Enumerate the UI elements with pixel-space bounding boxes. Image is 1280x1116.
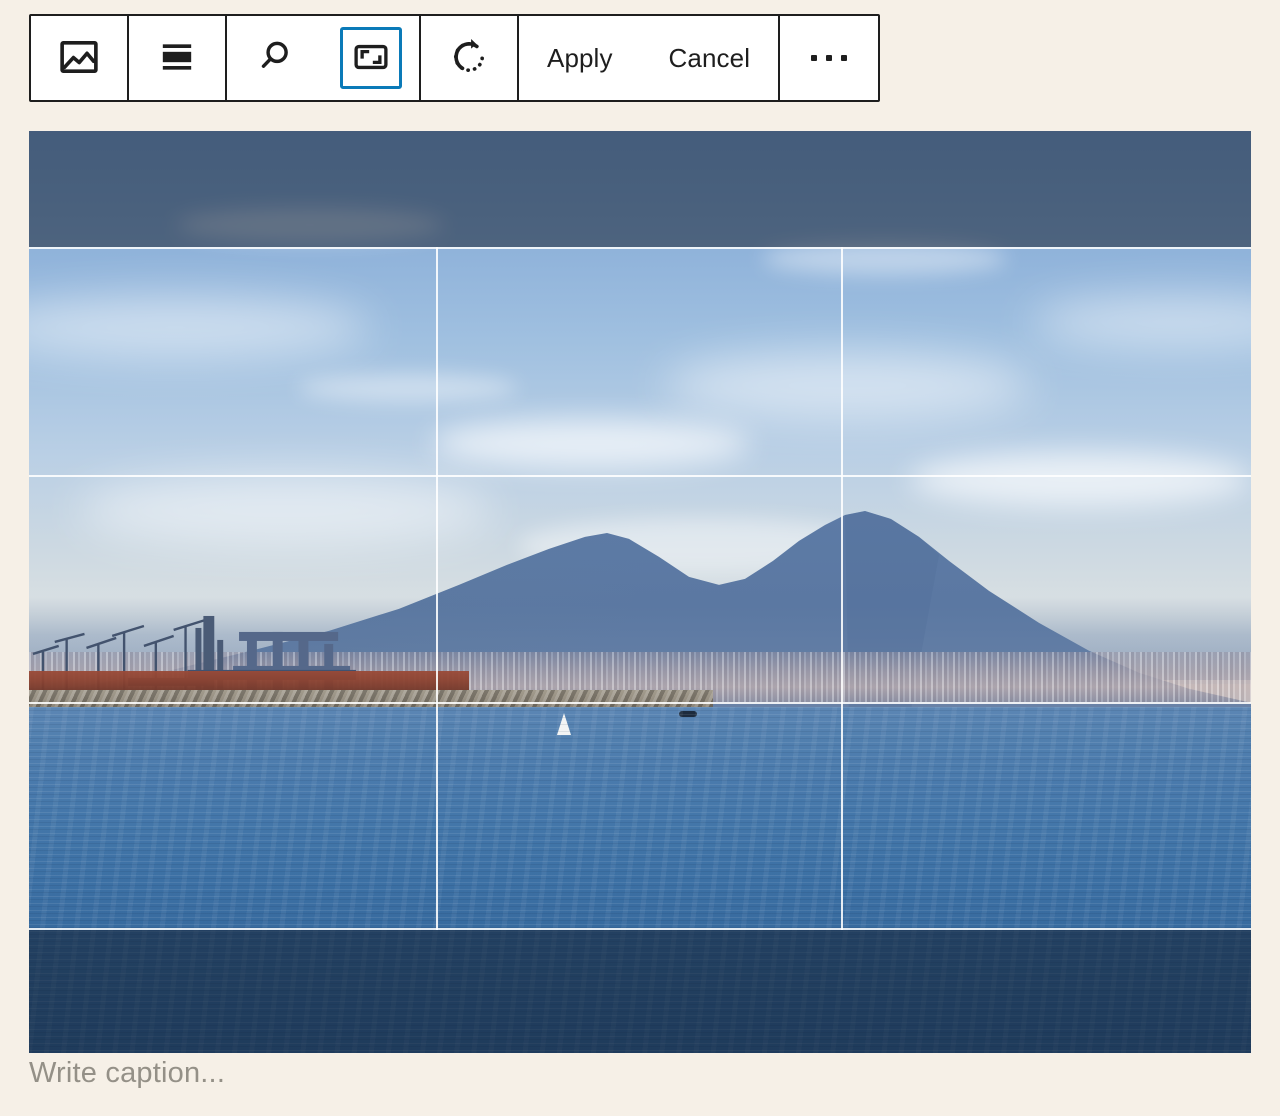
red-hull-strip [29,671,469,690]
block-type-button[interactable] [31,16,127,100]
small-boat [679,711,697,717]
image-icon [56,34,102,83]
more-options-button[interactable] [780,16,878,100]
align-center-icon [154,34,200,83]
cancel-button[interactable]: Cancel [641,16,779,100]
sea-layer [29,707,1251,1053]
rotate-icon [446,34,492,83]
rotate-button[interactable] [421,16,517,100]
image-block-toolbar: Apply Cancel [29,14,880,102]
aspect-ratio-button[interactable] [323,16,419,100]
sailboat [557,713,571,735]
ellipsis-icon [811,55,847,61]
caption-input[interactable]: Write caption... [29,1057,729,1090]
apply-button[interactable]: Apply [519,16,641,100]
cropped-image [29,131,1251,1053]
image-cropper[interactable] [29,131,1251,1053]
aspect-ratio-icon [352,38,390,79]
zoom-button[interactable] [227,16,323,100]
zoom-icon [252,34,298,83]
align-button[interactable] [129,16,225,100]
